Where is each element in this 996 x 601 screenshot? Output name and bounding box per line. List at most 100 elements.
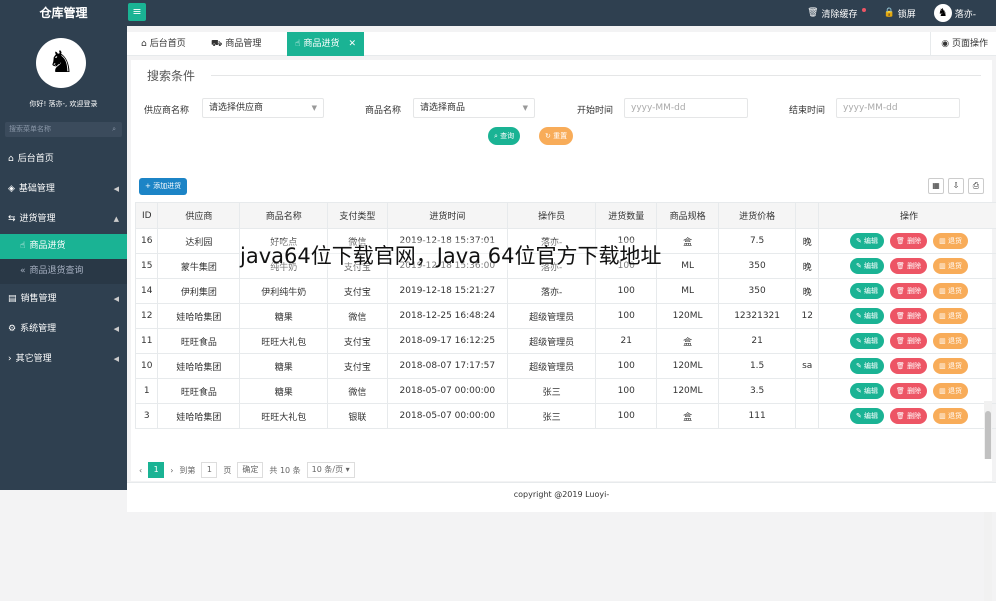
- user-menu[interactable]: ♞落亦-: [934, 4, 976, 22]
- sidebar-item-basic[interactable]: ◈基础管理◀: [0, 174, 127, 204]
- table-cell: 微信: [328, 379, 387, 404]
- prev-page-icon[interactable]: ‹: [139, 466, 142, 475]
- print-icon[interactable]: ⎙: [968, 178, 984, 194]
- search-icon[interactable]: ⌕: [112, 122, 116, 137]
- next-page-icon[interactable]: ›: [170, 466, 173, 475]
- return-button[interactable]: ▥ 退货: [933, 333, 968, 349]
- table-cell: 15: [136, 254, 158, 279]
- delete-button[interactable]: 🗑 删除: [890, 333, 927, 349]
- return-button[interactable]: ▥ 退货: [933, 358, 968, 374]
- edit-button[interactable]: ✎ 编辑: [850, 258, 884, 274]
- tab-home[interactable]: ⌂后台首页: [133, 32, 194, 56]
- clear-cache-button[interactable]: 🗑清除缓存: [807, 7, 865, 20]
- edit-button[interactable]: ✎ 编辑: [850, 333, 884, 349]
- edit-button[interactable]: ✎ 编辑: [850, 383, 884, 399]
- column-header[interactable]: 供应商: [158, 203, 240, 229]
- page-button[interactable]: 1: [148, 462, 164, 478]
- sidebar-item-return-query[interactable]: «商品退货查询: [0, 259, 127, 284]
- chevron-left-icon: ◀: [114, 344, 119, 374]
- column-header[interactable]: ID: [136, 203, 158, 229]
- table-cell: 晚: [796, 254, 818, 279]
- columns-icon[interactable]: ▦: [928, 178, 944, 194]
- table-cell: 120ML: [657, 379, 718, 404]
- column-header[interactable]: 商品规格: [657, 203, 718, 229]
- column-header[interactable]: [796, 203, 818, 229]
- cube-icon: ◈: [8, 174, 15, 204]
- return-button[interactable]: ▥ 退货: [933, 308, 968, 324]
- return-button[interactable]: ▥ 退货: [933, 283, 968, 299]
- column-header[interactable]: 进货数量: [596, 203, 657, 229]
- sidebar-search-input[interactable]: 搜索菜单名称 ⌕: [5, 122, 122, 137]
- edit-label: 编辑: [864, 412, 878, 420]
- goods-select[interactable]: 请选择商品▼: [413, 98, 535, 118]
- column-header[interactable]: 操作员: [508, 203, 596, 229]
- edit-button[interactable]: ✎ 编辑: [850, 408, 884, 424]
- page-operation-menu[interactable]: ◉ 页面操作: [930, 32, 988, 56]
- export-icon[interactable]: ⇩: [948, 178, 964, 194]
- return-button[interactable]: ▥ 退货: [933, 383, 968, 399]
- return-button[interactable]: ▥ 退货: [933, 233, 968, 249]
- sidebar-item-other[interactable]: ›其它管理◀: [0, 344, 127, 374]
- table-cell: 旺旺大礼包: [240, 404, 328, 429]
- reset-label: 重置: [553, 132, 567, 140]
- goto-page-input[interactable]: 1: [201, 462, 217, 478]
- table-cell: 盒: [657, 329, 718, 354]
- add-label: 添加进货: [153, 182, 181, 190]
- sidebar-item-purchase[interactable]: ⇆进货管理▲: [0, 204, 127, 234]
- end-time-input[interactable]: yyyy-MM-dd: [836, 98, 960, 118]
- sidebar-item-system[interactable]: ⚙系统管理◀: [0, 314, 127, 344]
- page-size-select[interactable]: 10 条/页 ▾: [307, 462, 355, 478]
- edit-button[interactable]: ✎ 编辑: [850, 283, 884, 299]
- column-header[interactable]: 商品名称: [240, 203, 328, 229]
- query-button[interactable]: ⌕ 查询: [488, 127, 520, 145]
- horse-avatar-icon[interactable]: ♞: [36, 38, 86, 88]
- delete-button[interactable]: 🗑 删除: [890, 408, 927, 424]
- delete-button[interactable]: 🗑 删除: [890, 308, 927, 324]
- start-time-input[interactable]: yyyy-MM-dd: [624, 98, 748, 118]
- confirm-button[interactable]: 确定: [237, 462, 263, 478]
- operation-cell: ✎ 编辑 🗑 删除 ▥ 退货: [818, 254, 996, 279]
- edit-button[interactable]: ✎ 编辑: [850, 358, 884, 374]
- table-cell: 超级管理员: [508, 354, 596, 379]
- close-icon[interactable]: ✕: [349, 32, 357, 56]
- column-header[interactable]: 进货价格: [718, 203, 796, 229]
- tab-goods-purchase[interactable]: ☝商品进货✕: [287, 32, 364, 56]
- edit-button[interactable]: ✎ 编辑: [850, 308, 884, 324]
- column-header[interactable]: 支付类型: [328, 203, 387, 229]
- reset-button[interactable]: ↻ 重置: [539, 127, 573, 145]
- sidebar-item-sales[interactable]: ▤销售管理◀: [0, 284, 127, 314]
- tab-goods-management[interactable]: ⛟商品管理: [203, 32, 269, 56]
- user-name: 落亦-: [955, 7, 976, 20]
- delete-button[interactable]: 🗑 删除: [890, 258, 927, 274]
- return-button[interactable]: ▥ 退货: [933, 408, 968, 424]
- search-placeholder: 搜索菜单名称: [9, 125, 51, 133]
- sidebar-item-home[interactable]: ⌂后台首页: [0, 144, 127, 174]
- lock-screen-button[interactable]: 🔒锁屏: [884, 7, 916, 20]
- table-cell: 糖果: [240, 379, 328, 404]
- sidebar-item-goods-purchase[interactable]: ☝商品进货: [0, 234, 127, 259]
- table-cell: 100: [596, 279, 657, 304]
- delete-button[interactable]: 🗑 删除: [890, 358, 927, 374]
- clear-cache-label: 清除缓存: [822, 7, 858, 20]
- page-unit-label: 页: [223, 465, 231, 476]
- delete-button[interactable]: 🗑 删除: [890, 383, 927, 399]
- operation-cell: ✎ 编辑 🗑 删除 ▥ 退货: [818, 329, 996, 354]
- delete-button[interactable]: 🗑 删除: [890, 283, 927, 299]
- return-label: 退货: [948, 337, 962, 345]
- table-cell: 糖果: [240, 354, 328, 379]
- menu-toggle-button[interactable]: ≡: [128, 3, 146, 21]
- table-cell: 伊利集团: [158, 279, 240, 304]
- table-row: 1旺旺食品糖果微信2018-05-07 00:00:00张三100120ML3.…: [136, 379, 996, 404]
- table-cell: 娃哈哈集团: [158, 354, 240, 379]
- edit-button[interactable]: ✎ 编辑: [850, 233, 884, 249]
- page-size-value: 10 条/页: [312, 465, 343, 474]
- delete-button[interactable]: 🗑 删除: [890, 233, 927, 249]
- supplier-select[interactable]: 请选择供应商▼: [202, 98, 324, 118]
- return-button[interactable]: ▥ 退货: [933, 258, 968, 274]
- table-cell: 2018-09-17 16:12:25: [387, 329, 508, 354]
- start-time-label: 开始时间: [577, 103, 613, 116]
- lock-icon: 🔒: [884, 8, 895, 18]
- add-purchase-button[interactable]: + 添加进货: [139, 178, 187, 195]
- column-header[interactable]: 进货时间: [387, 203, 508, 229]
- query-label: 查询: [500, 132, 514, 140]
